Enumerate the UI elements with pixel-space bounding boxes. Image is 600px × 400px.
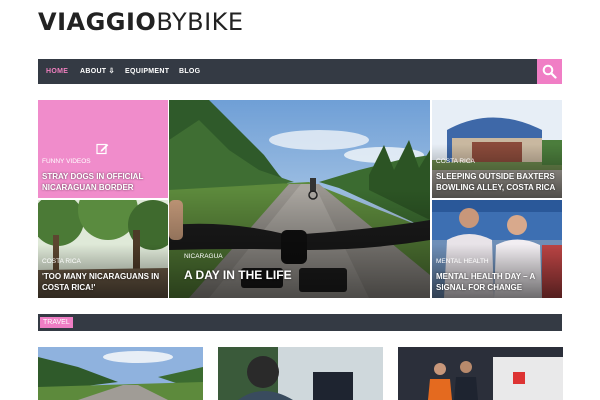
- site-logo[interactable]: VIAGGIOBYBIKE: [38, 8, 244, 36]
- edit-icon: [96, 143, 109, 155]
- post-category[interactable]: COSTA RICA: [436, 158, 475, 165]
- group-thumbnail-image: [398, 347, 563, 400]
- road-thumbnail-image: [38, 347, 203, 400]
- search-button[interactable]: [537, 59, 562, 84]
- post-title[interactable]: A DAY IN THE LIFE: [184, 268, 292, 282]
- logo-light-text: BYBIKE: [156, 8, 244, 36]
- nav-item-blog[interactable]: BLOG: [179, 59, 200, 84]
- travel-post-thumbnail[interactable]: [218, 347, 383, 400]
- main-nav: HOME ABOUT ⇩ EQUIPMENT BLOG: [38, 59, 562, 84]
- nav-item-equipment[interactable]: EQUIPMENT: [125, 59, 169, 84]
- post-category[interactable]: COSTA RICA: [42, 258, 81, 265]
- laptop-thumbnail-image: [218, 347, 383, 400]
- post-category[interactable]: MENTAL HEALTH: [436, 258, 489, 265]
- search-icon: [542, 64, 557, 79]
- post-category[interactable]: FUNNY VIDEOS: [42, 158, 91, 165]
- section-header-travel: TRAVEL: [38, 314, 562, 331]
- post-title[interactable]: MENTAL HEALTH DAY – A SIGNAL FOR CHANGE: [436, 271, 560, 293]
- post-category[interactable]: NICARAGUA: [184, 253, 223, 260]
- logo-bold-text: VIAGGIO: [38, 8, 157, 36]
- post-title[interactable]: 'TOO MANY NICARAGUANS IN COSTA RICA!': [42, 271, 166, 293]
- featured-post-mental-health[interactable]: MENTAL HEALTH MENTAL HEALTH DAY – A SIGN…: [432, 200, 562, 298]
- featured-post-day-in-life[interactable]: NICARAGUA A DAY IN THE LIFE: [169, 100, 430, 298]
- nav-item-about[interactable]: ABOUT ⇩: [80, 59, 115, 84]
- featured-post-stray-dogs[interactable]: FUNNY VIDEOS STRAY DOGS IN OFFICIAL NICA…: [38, 100, 168, 198]
- featured-post-bowling-alley[interactable]: COSTA RICA SLEEPING OUTSIDE BAXTERS BOWL…: [432, 100, 562, 198]
- travel-post-thumbnail[interactable]: [38, 347, 203, 400]
- section-label[interactable]: TRAVEL: [40, 317, 73, 328]
- travel-post-thumbnail[interactable]: [398, 347, 563, 400]
- post-title[interactable]: STRAY DOGS IN OFFICIAL NICARAGUAN BORDER: [42, 171, 164, 193]
- nav-item-home[interactable]: HOME: [46, 59, 68, 84]
- post-title[interactable]: SLEEPING OUTSIDE BAXTERS BOWLING ALLEY, …: [436, 171, 560, 193]
- featured-post-too-many-nicaraguans[interactable]: COSTA RICA 'TOO MANY NICARAGUANS IN COST…: [38, 200, 168, 298]
